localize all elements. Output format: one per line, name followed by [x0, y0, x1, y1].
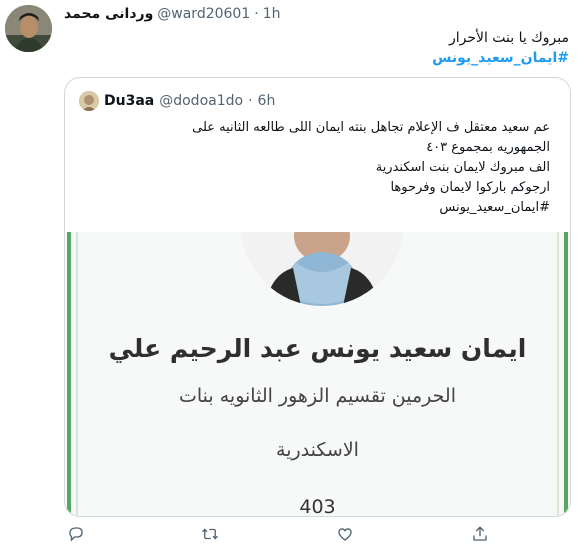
tweet-body: مبروك يا بنت الأحرار #ايمان_سعيد_يونس	[432, 28, 569, 68]
quoted-tweet[interactable]: Du3aa @dodoa1do · 6h عم سعيد معتقل ف الإ…	[64, 77, 571, 517]
author-name[interactable]: وردانى محمد	[64, 6, 153, 22]
quoted-text-line: الجمهوريه بمجموع ٤٠٣	[426, 140, 550, 155]
quoted-author-avatar[interactable]	[79, 91, 99, 111]
quoted-hashtag: #ايمان_سعيد_يونس	[439, 200, 550, 215]
image-score: 403	[299, 496, 336, 516]
quoted-author-handle[interactable]: @dodoa1do	[159, 93, 243, 109]
reply-button[interactable]	[64, 522, 88, 546]
retweet-button[interactable]	[198, 522, 222, 546]
like-button[interactable]	[333, 522, 357, 546]
reply-icon	[69, 527, 83, 542]
quoted-header: Du3aa @dodoa1do · 6h	[79, 91, 275, 111]
image-school-name: الحرمين تقسيم الزهور الثانويه بنات	[178, 385, 456, 407]
like-icon	[338, 528, 352, 541]
image-city: الاسكندرية	[276, 439, 359, 461]
share-icon	[473, 526, 487, 541]
quoted-body: عم سعيد معتقل ف الإعلام تجاهل بنته ايمان…	[80, 118, 550, 218]
quoted-text-line: الف مبروك لايمان بنت اسكندرية	[375, 160, 550, 175]
tweet-text-line: مبروك يا بنت الأحرار	[448, 30, 569, 46]
author-avatar[interactable]	[5, 5, 52, 52]
image-student-name: ايمان سعيد يونس عبد الرحيم علي	[108, 334, 527, 363]
share-button[interactable]	[468, 522, 492, 546]
quoted-text-line: ارجوكم باركوا لايمان وفرحوها	[390, 180, 550, 195]
quoted-image[interactable]: ايمان سعيد يونس عبد الرحيم علي الحرمين ت…	[65, 232, 570, 516]
dot-separator: ·	[248, 93, 253, 109]
frame-border-right-inner	[557, 232, 559, 516]
quoted-author-name[interactable]: Du3aa	[104, 93, 154, 109]
author-handle[interactable]: @ward20601	[157, 6, 250, 22]
frame-border-left	[67, 232, 71, 516]
retweet-icon	[202, 528, 218, 540]
tweet-header: وردانى محمد @ward20601 · 1h	[64, 6, 280, 22]
tweet-time[interactable]: 1h	[263, 6, 281, 22]
action-bar	[64, 522, 544, 546]
frame-border-left-inner	[76, 232, 78, 516]
dot-separator: ·	[254, 6, 259, 22]
student-photo	[241, 232, 403, 306]
quoted-text-line: عم سعيد معتقل ف الإعلام تجاهل بنته ايمان…	[192, 120, 550, 135]
frame-border-right	[564, 232, 568, 516]
quoted-time[interactable]: 6h	[258, 93, 276, 109]
hashtag-link[interactable]: #ايمان_سعيد_يونس	[432, 48, 569, 68]
